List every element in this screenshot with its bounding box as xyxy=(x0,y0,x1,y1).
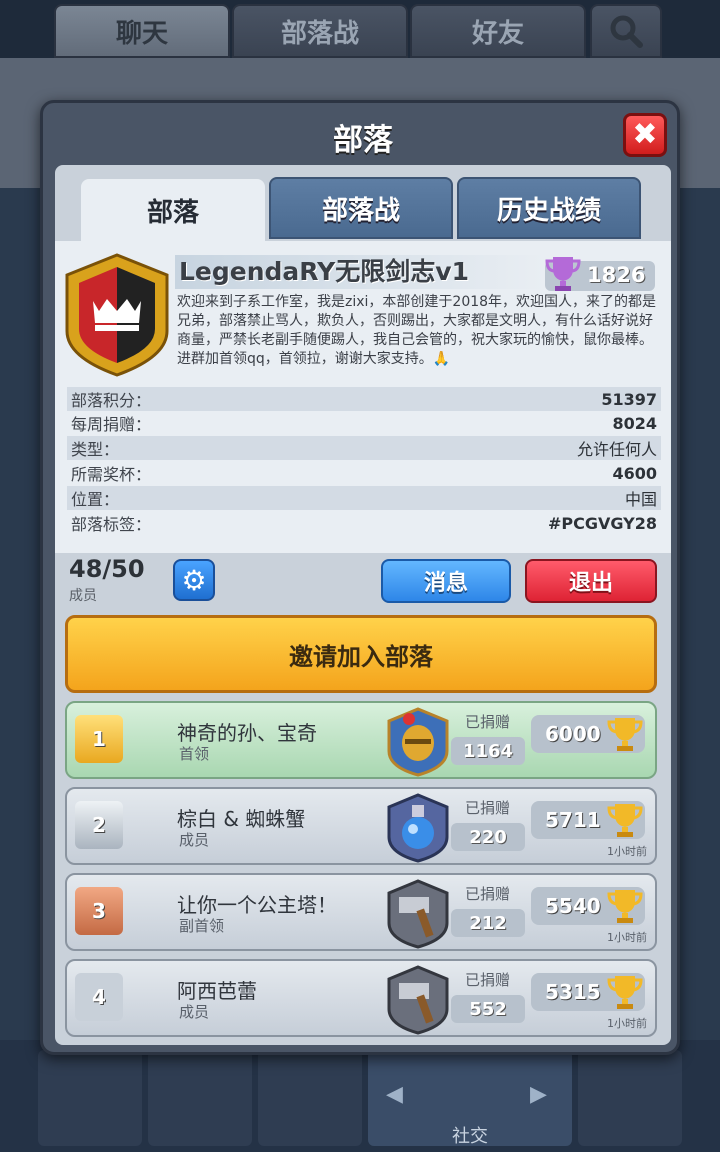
stat-value: 8024 xyxy=(612,413,657,433)
top-tab-chat[interactable]: 聊天 xyxy=(54,4,230,58)
dialog-title: 部落 xyxy=(333,123,393,158)
dialog-body: 部落 部落战 历史战绩 LegendaRY无限剑志v1 1826 欢迎来到子系工… xyxy=(55,165,671,1045)
arena-hammer-icon xyxy=(387,879,449,949)
member-count-label: 成员 xyxy=(69,588,97,604)
trophy-icon xyxy=(607,976,643,1009)
stat-row: 每周捐赠： 8024 xyxy=(67,411,661,435)
nav-left-arrow-icon[interactable]: ◀ xyxy=(386,1082,403,1107)
donated-label: 已捐赠 xyxy=(465,885,511,903)
member-bar: 48/50 成员 ⚙ 消息 退出 xyxy=(55,553,671,613)
stat-row: 类型： 允许任何人 xyxy=(67,436,661,460)
stat-label: 部落标签： xyxy=(71,515,152,534)
stat-label: 位置： xyxy=(71,490,120,509)
message-button[interactable]: 消息 xyxy=(381,559,511,603)
stat-label: 类型： xyxy=(71,440,120,459)
member-rank: 2 xyxy=(75,801,123,849)
stat-label: 每周捐赠： xyxy=(71,415,152,434)
top-tab-friends-label: 好友 xyxy=(471,18,524,49)
clan-badge-icon xyxy=(65,253,169,377)
last-seen: 1小时前 xyxy=(607,931,647,944)
top-tab-clan-war-label: 部落战 xyxy=(280,18,359,49)
settings-button[interactable]: ⚙ xyxy=(173,559,215,601)
member-role: 首领 xyxy=(179,745,210,763)
donated-label: 已捐赠 xyxy=(465,799,511,817)
arena-hammer-icon xyxy=(387,965,449,1035)
stat-value: 中国 xyxy=(624,490,657,509)
clan-name: LegendaRY无限剑志v1 xyxy=(175,255,545,289)
donated-value: 220 xyxy=(451,823,525,851)
invite-button[interactable]: 邀请加入部落 xyxy=(65,615,657,693)
tab-clan-war[interactable]: 部落战 xyxy=(269,177,453,239)
member-count: 48/50 xyxy=(69,555,145,583)
member-role: 副首领 xyxy=(179,917,225,935)
gear-icon: ⚙ xyxy=(181,563,207,597)
donated-label: 已捐赠 xyxy=(465,713,511,731)
search-button[interactable] xyxy=(590,4,662,58)
member-name: 让你一个公主塔！ xyxy=(177,893,337,917)
nav-cards-button[interactable] xyxy=(148,1050,252,1146)
arena-knight-icon xyxy=(387,707,449,777)
member-name: 神奇的孙、宝奇 xyxy=(177,721,317,745)
stat-row: 所需奖杯： 4600 xyxy=(67,461,661,485)
last-seen: 1小时前 xyxy=(607,845,647,858)
member-row[interactable]: 3 让你一个公主塔！ 副首领 已捐赠 212 5540 1小时前 xyxy=(65,873,657,951)
nav-right-arrow-icon[interactable]: ▶ xyxy=(530,1082,547,1107)
trophy-icon xyxy=(607,804,643,837)
leave-button[interactable]: 退出 xyxy=(525,559,657,603)
trophy-icon xyxy=(607,890,643,923)
member-row[interactable]: 4 阿西芭蕾 成员 已捐赠 552 5315 1小时前 xyxy=(65,959,657,1037)
arena-potion-icon xyxy=(387,793,449,863)
donated-value: 552 xyxy=(451,995,525,1023)
stat-value: 51397 xyxy=(601,389,657,409)
member-name: 棕白 & 蜘蛛蟹 xyxy=(177,807,306,831)
stat-row: 位置： 中国 xyxy=(67,486,661,510)
member-rank: 1 xyxy=(75,715,123,763)
tab-clan[interactable]: 部落 xyxy=(81,179,265,241)
member-rank: 4 xyxy=(75,973,123,1021)
stat-value: 允许任何人 xyxy=(576,440,657,459)
member-row[interactable]: 1 神奇的孙、宝奇 首领 已捐赠 1164 6000 xyxy=(65,701,657,779)
search-icon xyxy=(610,15,643,48)
stat-label: 所需奖杯： xyxy=(71,465,152,484)
close-button[interactable]: ✖ xyxy=(623,113,667,157)
stat-label: 部落积分： xyxy=(71,391,152,410)
top-tab-chat-label: 聊天 xyxy=(115,18,168,49)
member-rank: 3 xyxy=(75,887,123,935)
last-seen: 1小时前 xyxy=(607,1017,647,1030)
tab-war-history-label: 历史战绩 xyxy=(496,195,601,226)
clan-trophy-value: 1826 xyxy=(587,263,646,287)
nav-events-button[interactable] xyxy=(578,1050,682,1146)
clan-description: 欢迎来到子系工作室，我是zixi，本部创建于2018年，欢迎国人，来了的都是兄弟… xyxy=(177,294,657,367)
clan-info-panel: LegendaRY无限剑志v1 1826 欢迎来到子系工作室，我是zixi，本部… xyxy=(55,241,671,553)
stat-row: 部落标签： #PCGVGY28 xyxy=(67,511,661,535)
top-tab-friends[interactable]: 好友 xyxy=(410,4,586,58)
nav-social-label: 社交 xyxy=(452,1126,488,1147)
trophy-icon xyxy=(607,718,643,751)
close-icon: ✖ xyxy=(632,117,658,152)
tab-clan-label: 部落 xyxy=(146,197,199,228)
member-role: 成员 xyxy=(179,1003,210,1021)
member-row[interactable]: 2 棕白 & 蜘蛛蟹 成员 已捐赠 220 5711 1小时前 xyxy=(65,787,657,865)
donated-label: 已捐赠 xyxy=(465,971,511,989)
donated-value: 212 xyxy=(451,909,525,937)
clan-dialog: 部落 ✖ 部落 部落战 历史战绩 LegendaRY无限剑志v1 1826 欢迎… xyxy=(40,100,680,1055)
nav-battle-button[interactable] xyxy=(258,1050,362,1146)
stat-value: #PCGVGY28 xyxy=(547,513,657,533)
member-role: 成员 xyxy=(179,831,210,849)
tab-clan-war-label: 部落战 xyxy=(321,195,400,226)
nav-shop-button[interactable] xyxy=(38,1050,142,1146)
member-name: 阿西芭蕾 xyxy=(177,979,257,1003)
tab-war-history[interactable]: 历史战绩 xyxy=(457,177,641,239)
donated-value: 1164 xyxy=(451,737,525,765)
stat-value: 4600 xyxy=(612,463,657,483)
stat-row: 部落积分： 51397 xyxy=(67,387,661,411)
top-tab-clan-war[interactable]: 部落战 xyxy=(232,4,408,58)
trophy-icon xyxy=(545,257,581,291)
